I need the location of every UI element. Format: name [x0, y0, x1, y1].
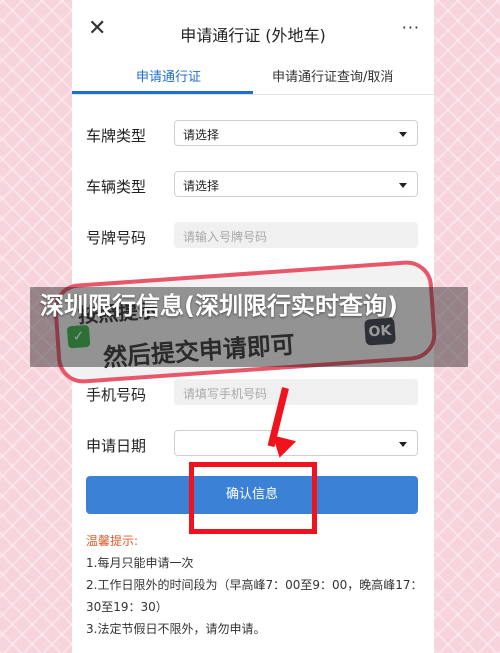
phone-input[interactable]: 请填写手机号码	[174, 379, 418, 405]
highlight-box	[189, 462, 317, 534]
tab-bar: 申请通行证 申请通行证查询/取消	[72, 60, 434, 95]
plate-number-input[interactable]: 请输入号牌号码	[174, 222, 418, 248]
apply-date-row: 申请日期	[72, 430, 434, 460]
tips-section: 温馨提示: 1.每月只能申请一次 2.工作日限外的时间段为（早高峰7：00至9：…	[86, 530, 426, 640]
phone-label: 手机号码	[86, 386, 147, 404]
plate-number-row: 号牌号码 请输入号牌号码	[72, 222, 434, 252]
vehicle-type-label: 车辆类型	[86, 178, 147, 196]
phone-row: 手机号码 请填写手机号码	[72, 379, 434, 409]
apply-date-label: 申请日期	[86, 437, 147, 455]
plate-type-label: 车牌类型	[86, 127, 147, 145]
top-bar: ✕ 申请通行证 (外地车) ···	[72, 0, 434, 60]
tip-item: 1.每月只能申请一次	[86, 556, 194, 570]
page-title: 申请通行证 (外地车)	[180, 26, 326, 45]
overlay-title: 深圳限行信息(深圳限行实时查询)	[40, 292, 398, 320]
tip-item: 2.工作日限外的时间段为（早高峰7：00至9：00，晚高峰17：30至19：30…	[86, 578, 423, 614]
vehicle-type-row: 车辆类型 请选择	[72, 171, 434, 201]
tab-query-cancel[interactable]: 申请通行证查询/取消	[272, 66, 393, 85]
plate-type-select[interactable]: 请选择	[174, 120, 418, 146]
apply-date-select[interactable]	[174, 430, 418, 456]
active-tab-indicator	[72, 91, 253, 94]
tab-apply[interactable]: 申请通行证	[136, 66, 201, 85]
plate-number-label: 号牌号码	[86, 229, 147, 247]
plate-type-row: 车牌类型 请选择	[72, 120, 434, 150]
tip-item: 3.法定节假日不限外，请勿申请。	[86, 622, 266, 636]
vehicle-type-select[interactable]: 请选择	[174, 171, 418, 197]
more-icon[interactable]: ···	[402, 18, 420, 37]
